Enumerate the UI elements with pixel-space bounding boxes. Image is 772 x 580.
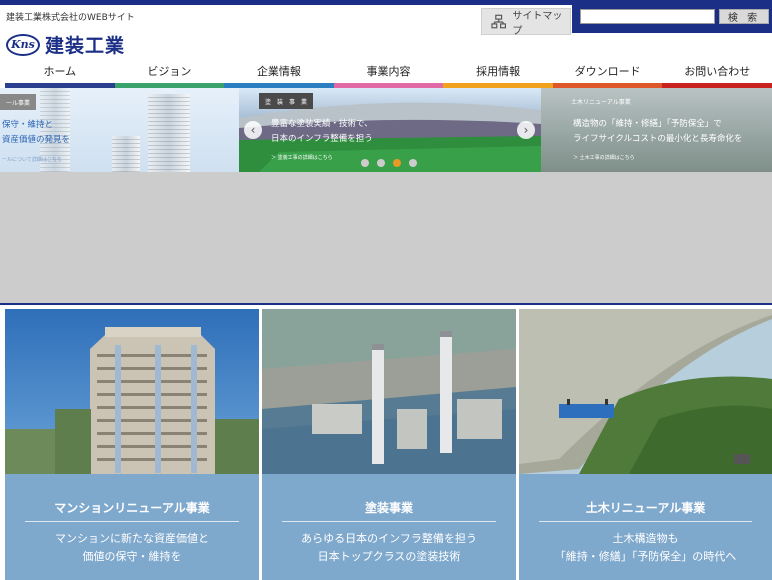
caption-notch [636, 474, 655, 485]
slide-heading: 豊富な塗装実績・技術で、 日本のインフラ整備を担う [271, 119, 373, 144]
card-divider [282, 521, 496, 522]
card-description: 土木構造物も 「維持・修繕」「予防保全」の時代へ [554, 532, 737, 563]
slide-link[interactable]: ＞ 土木工事の詳細はこちら [573, 154, 635, 161]
slide-link[interactable]: ＞ 塗装工事の詳細はこちら [271, 154, 333, 161]
caption-notch [123, 474, 141, 485]
nav-item-home[interactable]: ホーム [5, 58, 115, 88]
slide-tag: 塗 装 事 業 [259, 93, 314, 109]
card-title: マンションリニューアル事業 [54, 501, 210, 515]
card-caption: 塗装事業 あらゆる日本のインフラ整備を担う 日本トップクラスの塗装技術 [262, 474, 516, 580]
nav-item-label: ビジョン [147, 65, 192, 78]
card-caption: 土木リニューアル事業 土木構造物も 「維持・修繕」「予防保全」の時代へ [519, 474, 772, 580]
global-nav: ホーム ビジョン 企業情報 事業内容 採用情報 ダウンロード お問い合わせ [5, 58, 772, 88]
slider-dot[interactable] [409, 159, 417, 167]
slide-civil[interactable]: 土木リニューアル事業 構造物の「維持・修繕」「予防保全」で ライフサイクルコストの… [541, 88, 772, 172]
search-button[interactable]: 検 索 [719, 9, 769, 24]
business-cards: マンションリニューアル事業 マンションに新たな資産価値と 価値の保守・維持を 塗… [5, 309, 772, 580]
sitemap-label: サイトマップ [512, 10, 563, 37]
card-caption: マンションリニューアル事業 マンションに新たな資産価値と 価値の保守・維持を [5, 474, 259, 580]
slider-dot[interactable] [361, 159, 369, 167]
slider-dots [361, 159, 417, 167]
nav-item-contact[interactable]: お問い合わせ [662, 58, 772, 88]
slider-prev-arrow-icon[interactable]: ‹ [244, 121, 262, 139]
card-title: 塗装事業 [364, 501, 413, 515]
slider-next-arrow-icon[interactable]: › [517, 121, 535, 139]
search-box: 検 索 [572, 5, 772, 33]
card-painting[interactable]: 塗装事業 あらゆる日本のインフラ整備を担う 日本トップクラスの塗装技術 [262, 309, 516, 580]
site-logo[interactable]: Kns 建装工業 [6, 31, 125, 58]
nav-item-label: 事業内容 [366, 65, 411, 78]
section-divider [0, 303, 772, 305]
caption-notch [380, 474, 398, 485]
logo-mark-icon: Kns [6, 33, 40, 56]
search-input[interactable] [580, 9, 715, 24]
card-title: 土木リニューアル事業 [585, 501, 706, 515]
nav-item-recruit[interactable]: 採用情報 [443, 58, 553, 88]
content-placeholder-band [0, 172, 772, 303]
slider-dot-active[interactable] [393, 159, 401, 167]
nav-item-download[interactable]: ダウンロード [552, 58, 663, 88]
power-plant-image [262, 309, 516, 474]
slide-mansion[interactable]: ール事業 保守・維持と 資産価値の発見を ールについて詳細はこちら [0, 88, 239, 172]
card-description: マンションに新たな資産価値と 価値の保守・維持を [55, 532, 209, 563]
logo-name: 建装工業 [45, 35, 126, 57]
card-divider [539, 521, 752, 522]
nav-item-label: ホーム [43, 65, 77, 78]
slide-heading: 保守・維持と 資産価値の発見を [2, 120, 71, 145]
slide-link[interactable]: ールについて詳細はこちら [2, 156, 62, 163]
card-mansion-renewal[interactable]: マンションリニューアル事業 マンションに新たな資産価値と 価値の保守・維持を [5, 309, 259, 580]
tower-image [112, 136, 140, 172]
site-tagline: 建装工業株式会社のWEBサイト [6, 13, 135, 23]
bridge-image [519, 309, 772, 474]
card-description: あらゆる日本のインフラ整備を担う 日本トップクラスの塗装技術 [301, 532, 477, 563]
mansion-building-image [5, 309, 259, 474]
nav-item-company[interactable]: 企業情報 [224, 58, 334, 88]
nav-item-label: お問い合わせ [684, 65, 751, 78]
nav-item-label: 企業情報 [256, 65, 301, 78]
nav-item-label: ダウンロード [574, 65, 641, 78]
tower-image [148, 94, 190, 172]
slider-dot[interactable] [377, 159, 385, 167]
nav-item-vision[interactable]: ビジョン [114, 58, 225, 88]
card-civil-renewal[interactable]: 土木リニューアル事業 土木構造物も 「維持・修繕」「予防保全」の時代へ [519, 309, 772, 580]
card-divider [25, 521, 239, 522]
nav-item-business[interactable]: 事業内容 [333, 58, 444, 88]
slide-heading: 構造物の「維持・修繕」「予防保全」で ライフサイクルコストの最小化と長寿命化を [573, 119, 743, 144]
nav-item-label: 採用情報 [476, 65, 521, 78]
slide-tag: 土木リニューアル事業 [571, 98, 631, 106]
slide-tag: ール事業 [0, 94, 37, 110]
sitemap-icon [491, 14, 506, 28]
sitemap-button[interactable]: サイトマップ [481, 8, 571, 37]
